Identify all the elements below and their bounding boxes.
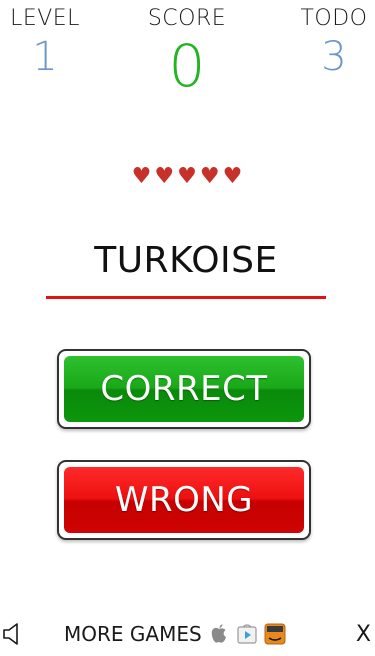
more-games-label: MORE GAMES — [64, 622, 202, 646]
score-label: SCORE — [147, 6, 227, 31]
more-games-link[interactable]: MORE GAMES — [64, 622, 286, 646]
correct-button-label[interactable]: CORRECT — [64, 356, 304, 422]
todo-value: 3 — [321, 34, 347, 80]
level-stat: LEVEL 1 — [10, 6, 80, 79]
score-stat: SCORE 0 — [137, 6, 237, 97]
speaker-icon[interactable] — [2, 622, 22, 646]
footer-bar: MORE GAMES X — [0, 620, 375, 650]
wrong-button[interactable]: WRONG — [57, 460, 311, 540]
level-value: 1 — [32, 34, 58, 80]
todo-stat: TODO 3 — [297, 6, 371, 79]
score-value: 0 — [168, 32, 206, 100]
apple-icon[interactable] — [208, 623, 230, 645]
todo-label: TODO — [300, 6, 368, 31]
heart-icon: ♥ — [177, 164, 198, 189]
word-underline — [46, 296, 326, 299]
amazon-icon[interactable] — [264, 623, 286, 645]
color-word: TURKOISE — [94, 240, 278, 281]
heart-icon: ♥ — [131, 164, 153, 189]
wrong-button-label[interactable]: WRONG — [64, 467, 304, 533]
correct-button[interactable]: CORRECT — [57, 349, 311, 429]
heart-icon: ♥ — [222, 164, 244, 189]
close-button[interactable]: X — [356, 622, 371, 647]
lives-hearts: ♥♥♥♥♥ — [0, 164, 375, 189]
google-play-icon[interactable] — [236, 623, 258, 645]
heart-icon: ♥ — [199, 164, 221, 189]
level-label: LEVEL — [10, 6, 80, 31]
heart-icon: ♥ — [154, 164, 176, 189]
